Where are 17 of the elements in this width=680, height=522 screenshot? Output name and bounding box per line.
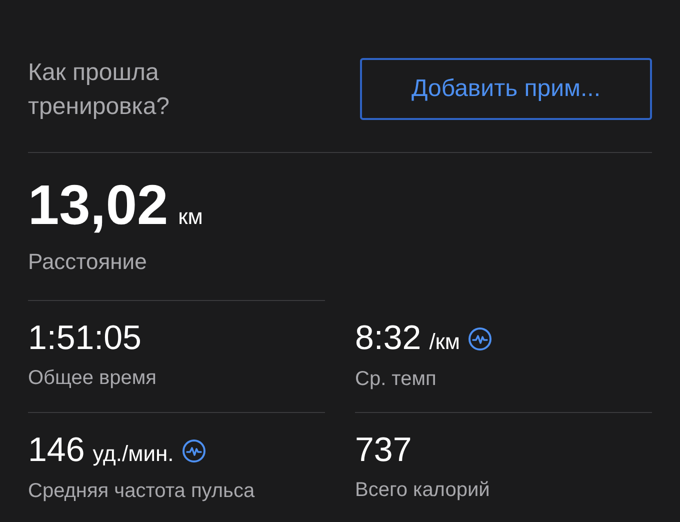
stat-label: Общее время [28, 366, 158, 391]
question-text: Как прошла тренировка? [28, 58, 171, 122]
distance-label: Расстояние [28, 248, 148, 276]
stat-label: Ср. темп [355, 367, 438, 392]
stat-unit: /км [429, 328, 460, 356]
stat-unit: уд./мин. [92, 440, 174, 468]
heartbeat-icon[interactable] [468, 326, 492, 350]
stat-value: 737 [355, 431, 412, 469]
stat-label: Средняя частота пульса [28, 479, 256, 504]
stat-value: 1:51:05 [28, 319, 142, 357]
stat-value: 8:32 [355, 319, 422, 357]
stat-value: 146 [28, 431, 85, 469]
heartbeat-icon[interactable] [182, 438, 206, 462]
stat-label: Всего калорий [355, 478, 491, 503]
add-note-button[interactable]: Добавить прим... [360, 58, 652, 120]
distance-unit: км [178, 203, 203, 231]
distance-value: 13,02 [28, 175, 168, 235]
